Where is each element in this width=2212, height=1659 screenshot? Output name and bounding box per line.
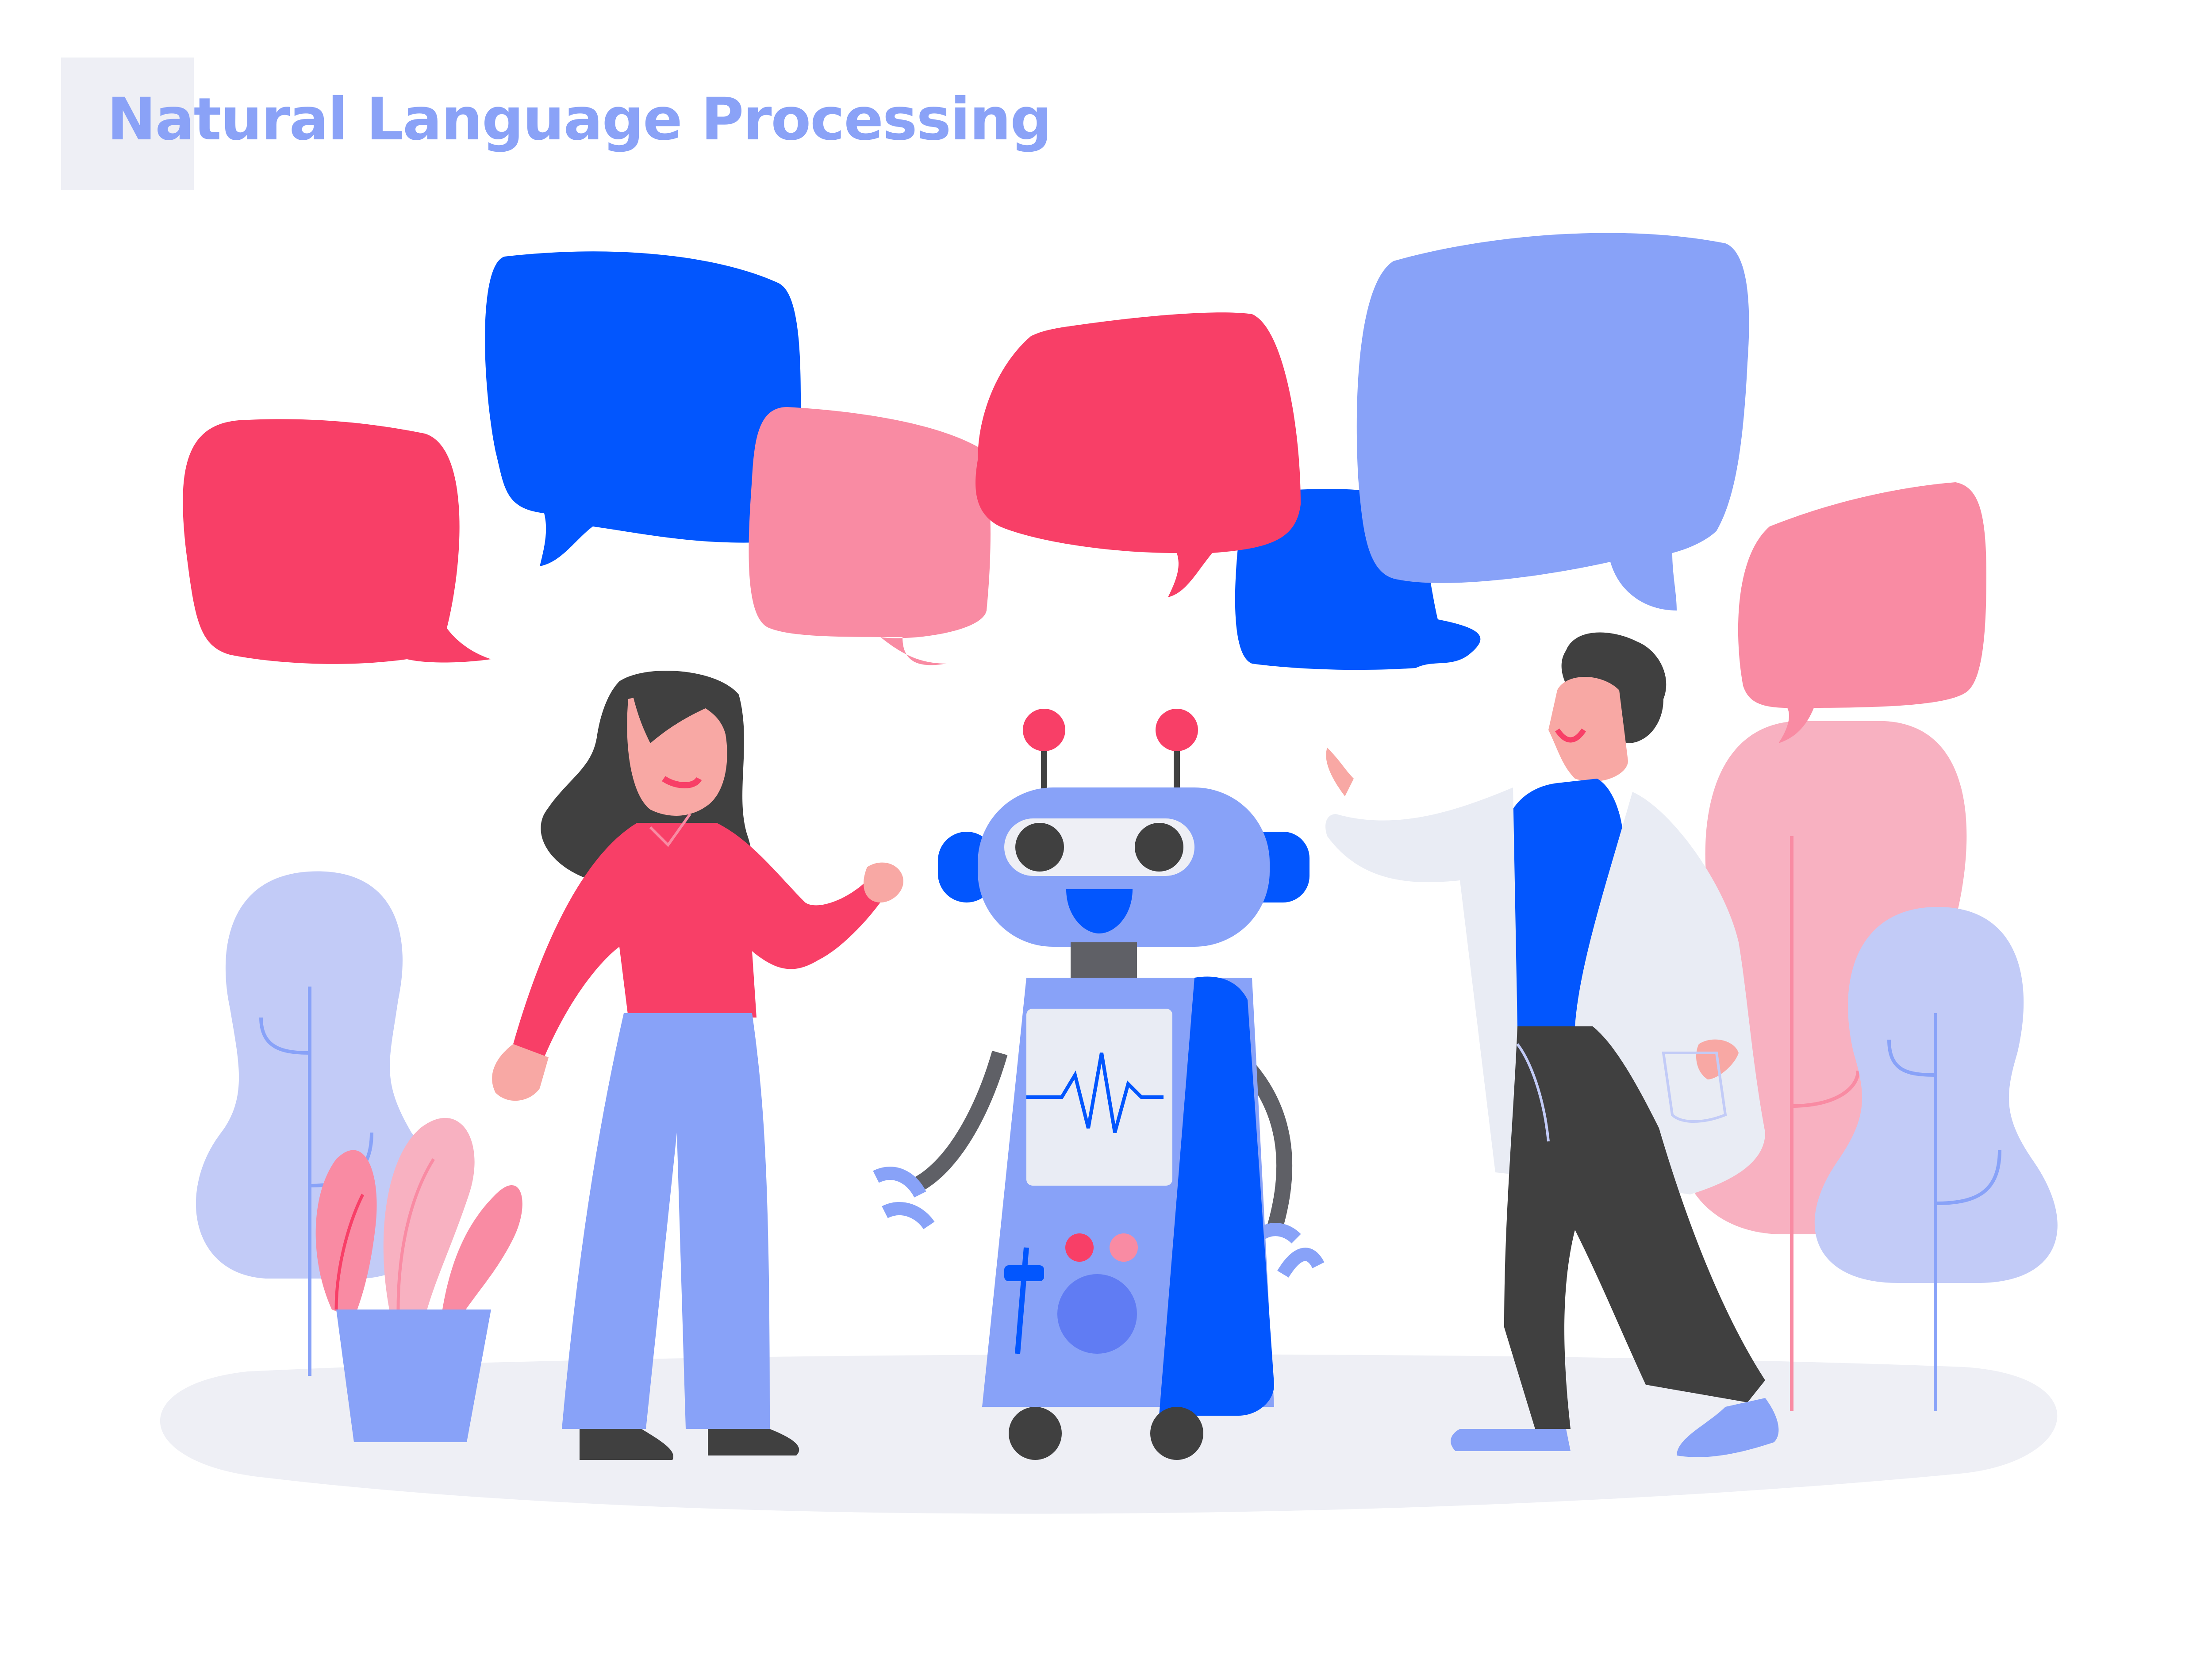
tree-icon bbox=[1814, 907, 2058, 1411]
woman-character-icon bbox=[492, 671, 903, 1460]
speech-bubble-icon bbox=[749, 407, 991, 665]
speech-bubble-icon bbox=[183, 419, 491, 664]
robot-icon bbox=[873, 709, 1325, 1460]
nlp-illustration: Natural Language Processing bbox=[0, 0, 2212, 1659]
doctor-character-icon bbox=[1325, 632, 1779, 1457]
speech-bubble-icon bbox=[1356, 233, 1749, 611]
illustration-canvas bbox=[160, 233, 2058, 1514]
speech-bubble-icon bbox=[1738, 482, 1986, 743]
